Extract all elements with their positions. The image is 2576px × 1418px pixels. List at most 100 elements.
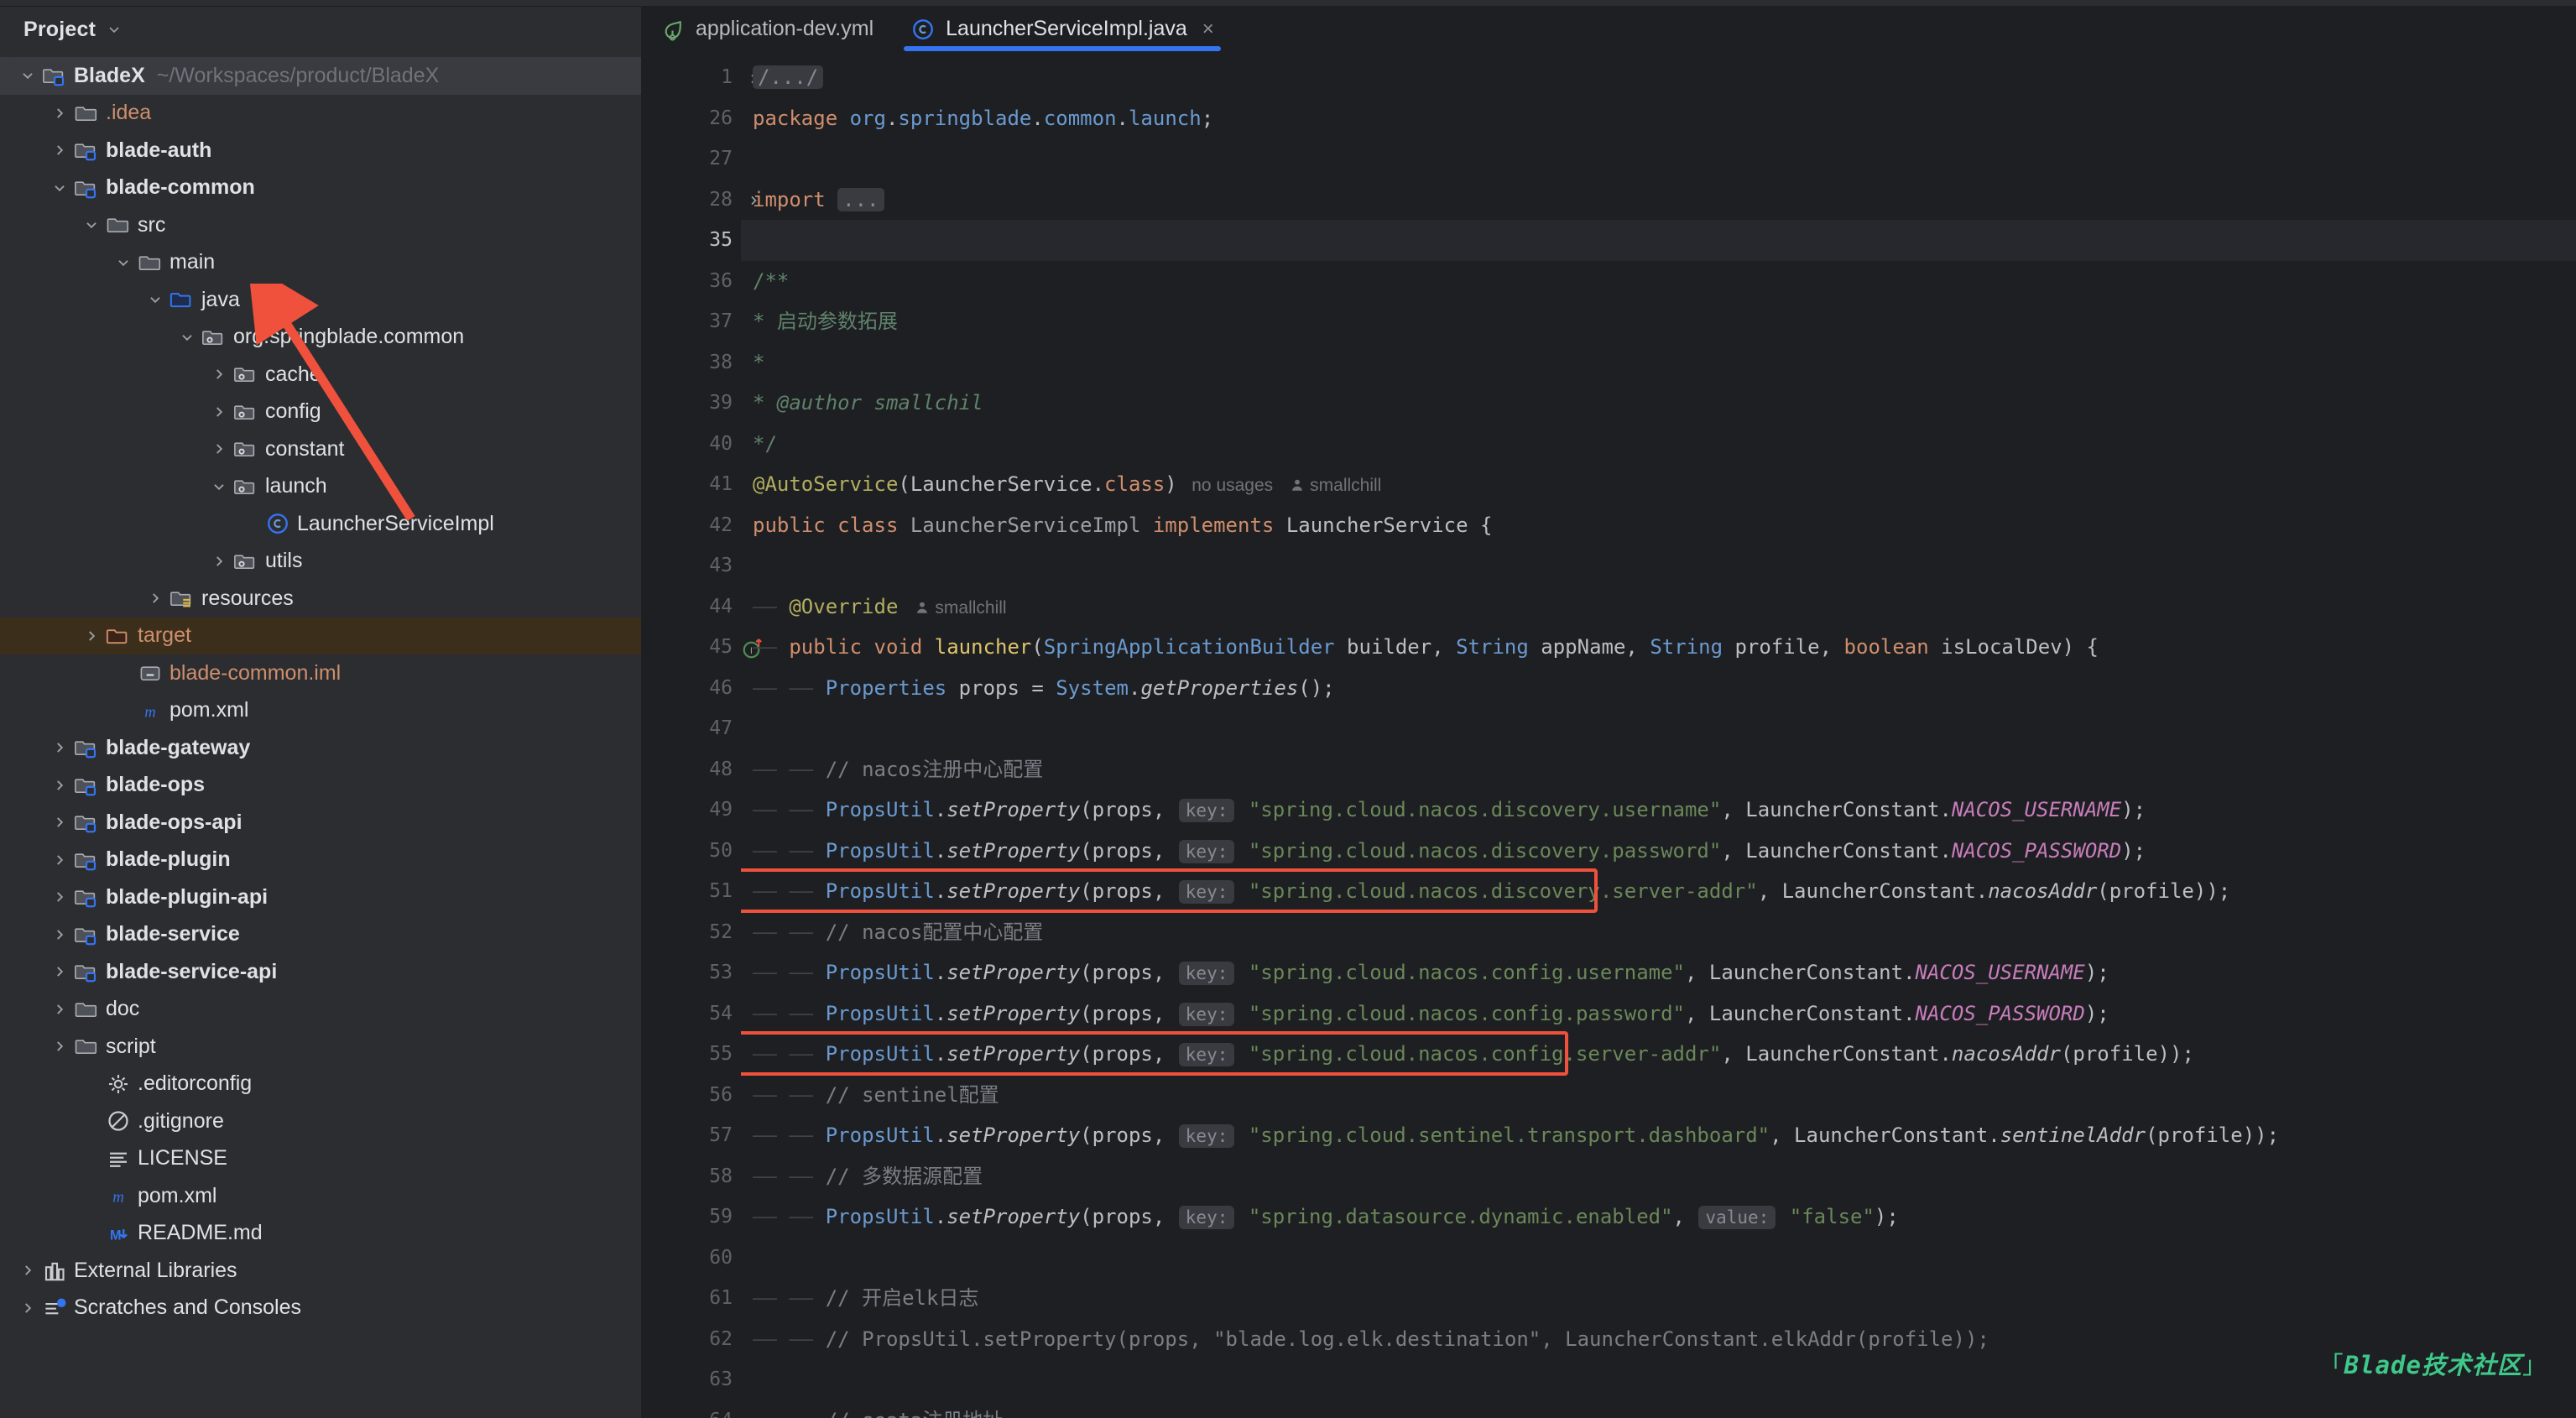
editor-tab-bar[interactable]: application-dev.yml LauncherServiceImpl.… [642, 7, 2576, 52]
author-hint[interactable]: smallchill [1310, 476, 1381, 495]
code-line[interactable] [741, 220, 2576, 261]
chevron-down-icon[interactable] [107, 23, 121, 36]
tree-item-launch[interactable]: launch [0, 468, 641, 506]
author-hint[interactable]: smallchill [935, 598, 1006, 618]
chevron-right-icon[interactable] [79, 628, 104, 644]
code-line[interactable]: @AutoService(LauncherService.class) no u… [741, 464, 2576, 505]
tree-item-launcherserviceimpl[interactable]: LauncherServiceImpl [0, 505, 641, 543]
tree-item-external-libraries[interactable]: External Libraries [0, 1252, 641, 1290]
chevron-down-icon[interactable] [143, 292, 168, 307]
tree-item-bladex[interactable]: BladeX ~/Workspaces/product/BladeX [0, 57, 641, 95]
code-line[interactable]: —— —— PropsUtil.setProperty(props, key: … [741, 790, 2576, 831]
editor-tab-application-dev-yml[interactable]: application-dev.yml [642, 7, 892, 51]
editor-tab-launcherserviceimpl-java[interactable]: LauncherServiceImpl.java × [892, 7, 1233, 51]
chevron-down-icon[interactable] [47, 180, 72, 195]
code-line[interactable]: —— —— PropsUtil.setProperty(props, key: … [741, 1196, 2576, 1238]
chevron-right-icon[interactable] [47, 927, 72, 942]
chevron-right-icon[interactable] [206, 554, 232, 569]
code-line[interactable]: /.../ [741, 57, 2576, 98]
code-line[interactable]: —— —— PropsUtil.setProperty(props, key: … [741, 831, 2576, 872]
tree-item-script[interactable]: script [0, 1028, 641, 1066]
chevron-right-icon[interactable] [47, 964, 72, 979]
chevron-right-icon[interactable] [47, 1002, 72, 1017]
chevron-right-icon[interactable] [15, 1301, 40, 1316]
tree-item-license[interactable]: LICENSE [0, 1140, 641, 1178]
chevron-down-icon[interactable] [206, 479, 232, 494]
code-line[interactable] [741, 708, 2576, 749]
close-icon[interactable]: × [1202, 18, 1214, 41]
code-line[interactable]: —— —— // 多数据源配置 [741, 1156, 2576, 1197]
chevron-right-icon[interactable] [206, 367, 232, 382]
chevron-right-icon[interactable] [15, 1263, 40, 1278]
tree-item-constant[interactable]: constant [0, 430, 641, 468]
tree-item-pom-xml[interactable]: m pom.xml [0, 1177, 641, 1215]
tree-item-editorconfig[interactable]: .editorconfig [0, 1066, 641, 1103]
tree-item-blade-ops[interactable]: blade-ops [0, 767, 641, 805]
code-line[interactable]: —— —— Properties props = System.getPrope… [741, 668, 2576, 709]
code-content[interactable]: /.../package org.springblade.common.laun… [741, 52, 2576, 1418]
tree-item-idea[interactable]: .idea [0, 95, 641, 133]
chevron-right-icon[interactable] [206, 441, 232, 456]
code-editor[interactable]: 1 26 27 28 35 36 37 38 39 40 41 42 43 44 45 I 46 47 48 49 50… [642, 52, 2576, 1418]
code-line[interactable]: * [741, 342, 2576, 383]
code-line[interactable]: —— —— // nacos配置中心配置 [741, 912, 2576, 953]
chevron-down-icon[interactable] [79, 217, 104, 232]
code-line[interactable]: */ [741, 424, 2576, 465]
chevron-down-icon[interactable] [111, 255, 136, 270]
tree-item-gitignore[interactable]: .gitignore [0, 1103, 641, 1140]
chevron-right-icon[interactable] [47, 143, 72, 158]
tree-item-config[interactable]: config [0, 394, 641, 431]
tree-item-blade-service[interactable]: blade-service [0, 916, 641, 954]
line-number-gutter[interactable]: 1 26 27 28 35 36 37 38 39 40 41 42 43 44 45 I 46 47 48 49 50… [642, 52, 763, 1418]
code-line[interactable] [741, 545, 2576, 586]
chevron-right-icon[interactable] [47, 1039, 72, 1054]
code-line[interactable]: —— —— PropsUtil.setProperty(props, key: … [741, 1115, 2576, 1156]
tree-item-blade-service-api[interactable]: blade-service-api [0, 953, 641, 991]
usage-hint[interactable]: no usages [1177, 476, 1273, 495]
tree-item-blade-common[interactable]: blade-common [0, 169, 641, 207]
code-line[interactable] [741, 138, 2576, 180]
chevron-right-icon[interactable] [47, 740, 72, 755]
chevron-right-icon[interactable] [47, 815, 72, 830]
tree-item-pom-xml[interactable]: m pom.xml [0, 692, 641, 730]
code-line[interactable]: —— —— // PropsUtil.setProperty(props, "b… [741, 1319, 2576, 1360]
tree-item-scratches-and-consoles[interactable]: Scratches and Consoles [0, 1290, 641, 1327]
code-line[interactable]: —— —— // 开启elk日志 [741, 1278, 2576, 1319]
code-line[interactable]: —— public void launcher(SpringApplicatio… [741, 627, 2576, 668]
code-line[interactable]: public class LauncherServiceImpl impleme… [741, 505, 2576, 546]
code-line[interactable]: —— @Override smallchill [741, 586, 2576, 628]
code-line[interactable]: —— —— PropsUtil.setProperty(props, key: … [741, 993, 2576, 1035]
tree-item-java[interactable]: java [0, 281, 641, 319]
chevron-right-icon[interactable] [206, 404, 232, 420]
tree-item-main[interactable]: main [0, 244, 641, 282]
code-line[interactable]: —— —— // sentinel配置 [741, 1075, 2576, 1116]
tree-item-cache[interactable]: cache [0, 356, 641, 394]
code-line[interactable]: /** [741, 261, 2576, 302]
tree-item-blade-auth[interactable]: blade-auth [0, 132, 641, 169]
tree-item-src[interactable]: src [0, 206, 641, 244]
tree-item-readme-md[interactable]: M README.md [0, 1215, 641, 1253]
tree-item-resources[interactable]: resources [0, 580, 641, 618]
code-line[interactable]: —— —— PropsUtil.setProperty(props, key: … [741, 871, 2576, 912]
code-line[interactable] [741, 1359, 2576, 1400]
tree-item-utils[interactable]: utils [0, 543, 641, 581]
code-line[interactable]: —— —— PropsUtil.setProperty(props, key: … [741, 1034, 2576, 1075]
chevron-right-icon[interactable] [47, 778, 72, 793]
tree-item-blade-plugin-api[interactable]: blade-plugin-api [0, 878, 641, 916]
chevron-right-icon[interactable] [47, 852, 72, 868]
tree-item-blade-gateway[interactable]: blade-gateway [0, 729, 641, 767]
code-line[interactable]: —— —— // seata注册地址 [741, 1400, 2576, 1418]
project-panel-header[interactable]: Project [0, 7, 641, 52]
tree-item-blade-ops-api[interactable]: blade-ops-api [0, 804, 641, 842]
tree-item-target[interactable]: target [0, 617, 641, 654]
tree-item-org-springblade-common[interactable]: org.springblade.common [0, 319, 641, 357]
tree-item-blade-common-iml[interactable]: blade-common.iml [0, 654, 641, 692]
code-line[interactable]: import ... [741, 180, 2576, 221]
code-line[interactable]: * @author smallchil [741, 383, 2576, 424]
chevron-down-icon[interactable] [15, 68, 40, 83]
chevron-right-icon[interactable] [47, 106, 72, 121]
project-tree[interactable]: BladeX ~/Workspaces/product/BladeX .idea b… [0, 52, 641, 1327]
code-line[interactable]: * 启动参数拓展 [741, 301, 2576, 342]
chevron-right-icon[interactable] [143, 591, 168, 606]
code-line[interactable] [741, 1238, 2576, 1279]
